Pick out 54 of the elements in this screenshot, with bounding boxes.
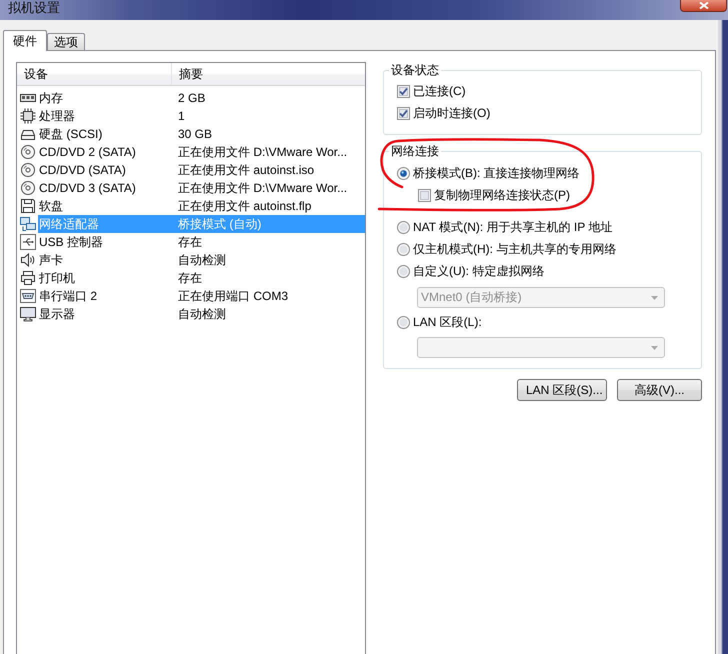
group-title: 设备状态 [390, 63, 440, 77]
device-name[interactable]: 软盘 [38, 197, 171, 215]
device-name[interactable]: 显示器 [38, 305, 171, 323]
device-summary[interactable]: 存在 [171, 269, 365, 287]
device-name[interactable]: CD/DVD 2 (SATA) [38, 143, 171, 161]
caret-icon [651, 296, 658, 300]
network-mode-radio[interactable]: LAN 区段(L): [397, 311, 482, 333]
monitor-icon [20, 306, 36, 322]
device-name[interactable]: CD/DVD (SATA) [38, 161, 171, 179]
status-checkbox[interactable]: 启动时连接(O) [397, 102, 490, 124]
network-mode-radio[interactable]: 桥接模式(B): 直接连接物理网络 [397, 162, 580, 184]
device-name[interactable]: USB 控制器 [38, 233, 171, 251]
status-checkbox[interactable]: 已连接(C) [397, 80, 466, 102]
tab[interactable]: 硬件 [3, 30, 47, 51]
usb-icon [20, 234, 36, 250]
column-header[interactable]: 设备 [17, 63, 172, 85]
close-button[interactable] [680, 0, 727, 12]
device-name[interactable]: CD/DVD 3 (SATA) [38, 179, 171, 197]
device-name[interactable]: 内存 [38, 89, 171, 107]
caret-icon [651, 346, 658, 350]
disc-icon [20, 180, 36, 196]
device-name[interactable]: 打印机 [38, 269, 171, 287]
dialog-button[interactable]: LAN 区段(S)... [517, 379, 607, 401]
serial-port-icon [20, 288, 36, 304]
device-summary[interactable]: 自动检测 [171, 251, 365, 269]
group-title: 网络连接 [390, 144, 440, 158]
network-icon [20, 216, 36, 232]
network-mode-radio[interactable]: 自定义(U): 特定虚拟网络 [397, 260, 544, 282]
device-summary[interactable]: 正在使用文件 autoinst.flp [171, 197, 365, 215]
device-name[interactable]: 硬盘 (SCSI) [38, 125, 171, 143]
device-summary[interactable]: 自动检测 [171, 305, 365, 323]
device-summary[interactable]: 30 GB [171, 125, 365, 143]
device-name[interactable]: 串行端口 2 [38, 287, 171, 305]
tab[interactable]: 选项 [47, 33, 85, 50]
speaker-icon [20, 252, 36, 268]
device-name[interactable]: 处理器 [38, 107, 171, 125]
network-mode-radio[interactable]: 仅主机模式(H): 与主机共享的专用网络 [397, 238, 616, 260]
close-icon [698, 2, 708, 9]
device-summary[interactable]: 正在使用端口 COM3 [171, 287, 365, 305]
device-summary[interactable]: 2 GB [171, 89, 365, 107]
chip-icon [20, 108, 36, 124]
device-name[interactable]: 声卡 [38, 251, 171, 269]
network-mode-radio[interactable]: NAT 模式(N): 用于共享主机的 IP 地址 [397, 216, 612, 238]
disc-icon [20, 144, 36, 160]
window-title: 拟机设置 [7, 0, 60, 15]
device-summary[interactable]: 1 [171, 107, 365, 125]
dialog-button[interactable]: 高级(V)... [617, 379, 702, 401]
printer-icon [20, 270, 36, 286]
disc-icon [20, 162, 36, 178]
device-summary[interactable]: 正在使用文件 D:\VMware Wor... [171, 143, 365, 161]
device-summary[interactable]: 正在使用文件 D:\VMware Wor... [171, 179, 365, 197]
replicate-state-checkbox[interactable]: 复制物理网络连接状态(P) [418, 184, 570, 206]
device-summary[interactable]: 存在 [171, 233, 365, 251]
device-summary[interactable]: 正在使用文件 autoinst.iso [171, 161, 365, 179]
